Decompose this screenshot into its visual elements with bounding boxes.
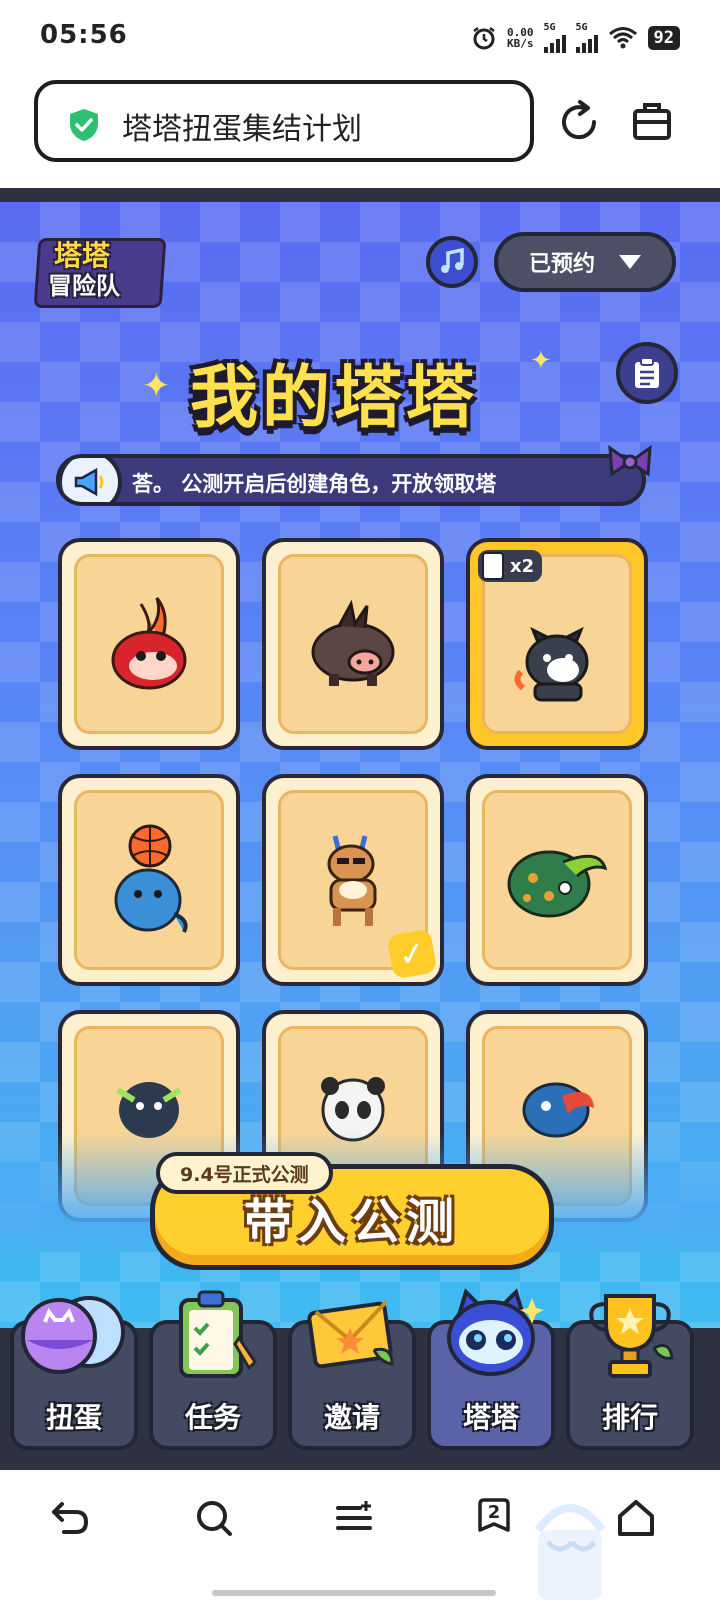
boar-icon <box>311 599 395 686</box>
game-title: 我的塔塔 <box>190 359 479 438</box>
deer-icon <box>327 835 377 926</box>
announcement-text: 荅。 公测开启后创建角色，开放领取塔 <box>132 472 497 496</box>
pet-card[interactable] <box>58 774 240 986</box>
signal-label: 5G <box>543 22 556 33</box>
toolbox-icon[interactable] <box>632 100 672 142</box>
signal-icon: 5G <box>543 22 566 53</box>
tab-label: 扭蛋 <box>45 1401 102 1434</box>
net-speed-unit: KB/s <box>507 36 534 50</box>
reserved-dropdown[interactable]: 已预约 <box>494 232 676 292</box>
signal-label: 5G <box>575 22 588 33</box>
clipboard-button[interactable] <box>616 342 678 404</box>
fire-bird-icon <box>111 597 187 690</box>
address-bar[interactable]: 塔塔扭蛋集结计划 <box>34 80 534 162</box>
logo-text-line2: 冒险队 <box>48 272 120 300</box>
tab-label: 任务 <box>184 1401 241 1434</box>
shield-check-icon <box>70 109 98 141</box>
tab-invite[interactable]: 邀请 <box>288 1300 416 1450</box>
tab-tata[interactable]: 塔塔 <box>427 1288 555 1450</box>
pet-card[interactable] <box>58 538 240 750</box>
clipboard-task-icon <box>179 1290 257 1378</box>
pet-card[interactable]: ✓ <box>262 774 444 986</box>
tabs-icon[interactable]: 2 <box>474 1496 514 1536</box>
home-icon[interactable] <box>616 1498 656 1538</box>
sparkle-icon: ✦ <box>142 366 171 406</box>
tab-label: 塔塔 <box>462 1401 519 1434</box>
tab-label: 排行 <box>601 1401 658 1434</box>
search-icon[interactable] <box>194 1498 234 1538</box>
cat-mascot-icon <box>447 1288 544 1376</box>
clipboard-icon <box>635 357 659 388</box>
envelope-icon <box>307 1300 394 1369</box>
trophy-icon <box>589 1294 674 1378</box>
check-icon: ✓ <box>386 928 438 980</box>
net-speed-value: 0.00 <box>507 25 534 39</box>
pet-card[interactable] <box>466 774 648 986</box>
net-speed: 0.00 KB/s <box>507 27 534 49</box>
game-logo: 塔塔 冒险队 <box>33 232 167 308</box>
game-area: 塔塔 冒险队 已预约 ✦ ✦ ✦ 我的塔塔 荅。 公测开启后创建角色，开放领取塔 <box>0 188 720 1470</box>
beetle-icon <box>507 850 608 918</box>
seal-ball-icon <box>114 824 188 933</box>
mascot-watermark-icon <box>534 1504 606 1600</box>
battery-icon: 92 <box>647 25 680 50</box>
card-icon <box>482 552 504 580</box>
announcement-marquee: 荅。 公测开启后创建角色，开放领取塔 <box>56 454 646 506</box>
music-button[interactable] <box>426 236 478 288</box>
bow-icon <box>608 444 652 477</box>
back-icon[interactable] <box>50 1498 90 1538</box>
pet-count: x2 <box>510 555 535 577</box>
tab-ranking[interactable]: 排行 <box>566 1294 694 1450</box>
tab-gacha[interactable]: 扭蛋 <box>10 1296 138 1450</box>
pet-card-selected[interactable]: x2 <box>466 538 648 750</box>
wifi-icon <box>608 26 637 48</box>
tab-label: 邀请 <box>323 1401 380 1434</box>
chevron-down-icon <box>619 255 641 269</box>
capsule-icon <box>21 1296 125 1374</box>
sparkle-icon: ✦ <box>530 346 552 376</box>
pet-card[interactable] <box>262 538 444 750</box>
tab-tasks[interactable]: 任务 <box>149 1290 277 1450</box>
shiba-icon <box>514 627 589 702</box>
home-indicator <box>212 1590 496 1596</box>
reserved-label: 已预约 <box>528 252 595 277</box>
pet-count-badge: x2 <box>478 550 543 582</box>
signal-icon: 5G <box>575 22 598 53</box>
browser-bottom-bar: 2 <box>0 1470 720 1600</box>
page-title: 塔塔扭蛋集结计划 <box>122 112 362 147</box>
status-bar: 05:56 0.00 KB/s 5G 5G 92 <box>0 0 720 76</box>
menu-icon[interactable] <box>334 1498 374 1538</box>
reload-icon[interactable] <box>560 100 600 144</box>
beta-date-tag: 9.4号正式公测 <box>156 1152 333 1194</box>
tabs-count: 2 <box>487 1502 501 1523</box>
alarm-icon <box>473 26 495 49</box>
status-icons: 0.00 KB/s 5G 5G 92 <box>471 22 680 53</box>
music-note-icon <box>441 248 464 273</box>
status-time: 05:56 <box>40 20 128 50</box>
megaphone-icon <box>60 458 122 502</box>
